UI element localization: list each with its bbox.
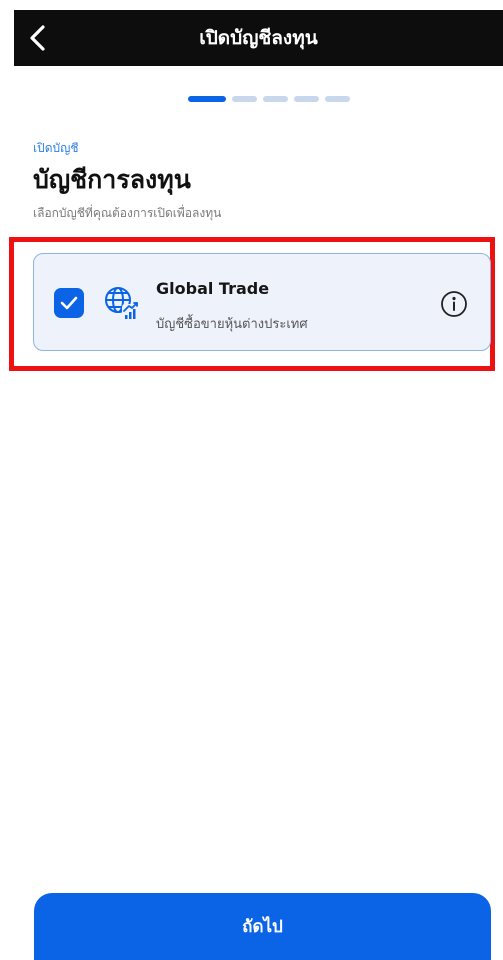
account-subtitle: บัญชีซื้อขายหุ้นต่างประเทศ (156, 317, 308, 332)
account-checkbox[interactable] (54, 288, 84, 318)
step-indicator-5 (325, 96, 350, 102)
chevron-left-icon (30, 25, 45, 51)
checkmark-icon (60, 296, 78, 310)
step-indicator-4 (294, 96, 319, 102)
top-app-bar: เปิดบัญชีลงทุน (14, 10, 503, 66)
progress-stepper (188, 96, 350, 102)
step-indicator-1 (188, 96, 226, 102)
next-button[interactable]: ถัดไป (34, 893, 491, 960)
step-indicator-3 (263, 96, 288, 102)
back-button[interactable] (22, 22, 54, 54)
section-heading: บัญชีการลงทุน (33, 165, 191, 194)
step-indicator-2 (232, 96, 257, 102)
globe-chart-icon (105, 287, 139, 321)
account-option-global-trade[interactable]: Global Trade บัญชีซื้อขายหุ้นต่างประเทศ (33, 253, 491, 351)
section-kicker: เปิดบัญชี (33, 141, 79, 155)
info-icon[interactable] (440, 290, 468, 318)
section-subheading: เลือกบัญชีที่คุณต้องการเปิดเพื่อลงทุน (33, 206, 222, 220)
page-title: เปิดบัญชีลงทุน (199, 27, 318, 49)
account-title: Global Trade (156, 279, 270, 298)
